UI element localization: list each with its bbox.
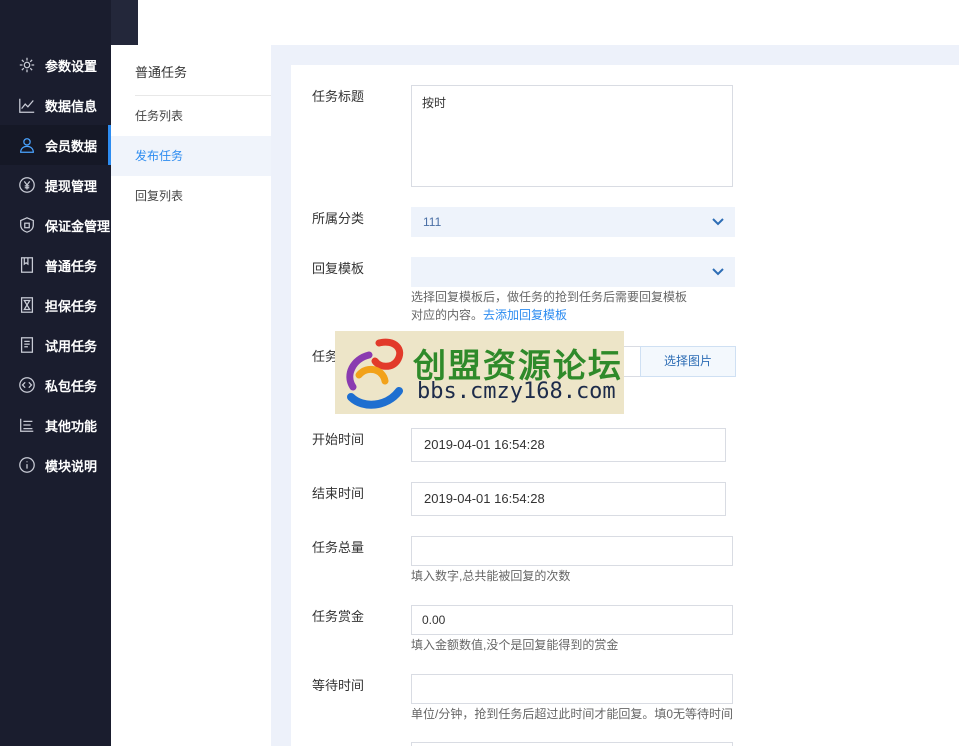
task-reward-hint: 填入金额数值,没个是回复能得到的赏金 [411, 638, 619, 652]
info-icon [17, 455, 37, 475]
gear-icon [17, 55, 37, 75]
subnav-title: 普通任务 [135, 65, 188, 80]
sidebar-item-trial-task[interactable]: 试用任务 [0, 325, 111, 365]
reply-template-hint: 选择回复模板后，做任务的抢到任务后需要回复模板 对应的内容。去添加回复模板 [411, 288, 687, 324]
subnav-item-reply-list[interactable]: 回复列表 [111, 176, 271, 216]
sidebar-item-data[interactable]: 数据信息 [0, 85, 111, 125]
watermark-banner: 创盟资源论坛 bbs.cmzy168.com [335, 331, 624, 414]
shield-icon [17, 215, 37, 235]
sidebar-item-module-info[interactable]: 模块说明 [0, 445, 111, 485]
task-total-label: 任务总量 [312, 540, 365, 555]
task-title-value: 按时 [422, 96, 447, 110]
sidebar-item-normal-task[interactable]: 普通任务 [0, 245, 111, 285]
sidebar-item-withdraw[interactable]: 提现管理 [0, 165, 111, 205]
sidebar-item-other[interactable]: 其他功能 [0, 405, 111, 445]
sidebar-item-label: 担保任务 [45, 298, 98, 314]
top-header [138, 0, 959, 45]
category-value: 111 [423, 215, 442, 229]
end-time-value: 2019-04-01 16:54:28 [424, 491, 545, 506]
sidebar-item-label: 参数设置 [45, 58, 98, 74]
sidebar-item-guarantee-task[interactable]: 担保任务 [0, 285, 111, 325]
add-reply-template-link[interactable]: 去添加回复模板 [483, 308, 567, 322]
code-icon [17, 375, 37, 395]
task-reward-input[interactable]: 0.00 [411, 605, 733, 635]
chevron-down-icon [712, 268, 724, 276]
task-reward-label: 任务赏金 [312, 609, 365, 624]
secondary-nav: 普通任务 任务列表 发布任务 回复列表 [111, 45, 271, 746]
user-icon [17, 135, 37, 155]
bookmark-icon [17, 255, 37, 275]
end-time-label: 结束时间 [312, 486, 365, 501]
document-icon [17, 335, 37, 355]
start-time-value: 2019-04-01 16:54:28 [424, 437, 545, 452]
reply-template-hint-line2: 对应的内容。 [411, 308, 484, 322]
sidebar-item-label: 会员数据 [45, 138, 98, 154]
chevron-down-icon [712, 218, 724, 226]
subnav-item-task-list[interactable]: 任务列表 [111, 96, 271, 136]
sidebar-item-label: 其他功能 [45, 418, 98, 434]
wait-time-input[interactable] [411, 674, 733, 704]
subnav-item-publish-task[interactable]: 发布任务 [111, 136, 271, 176]
reply-template-select[interactable] [411, 257, 735, 287]
category-select[interactable]: 111 [411, 207, 735, 237]
watermark-url: bbs.cmzy168.com [417, 379, 616, 404]
task-total-input[interactable] [411, 536, 733, 566]
task-reward-value: 0.00 [422, 613, 446, 627]
wait-time-hint: 单位/分钟，抢到任务后超过此时间才能回复。填0无等待时间 [411, 707, 734, 721]
sidebar-item-label: 保证金管理 [45, 218, 111, 234]
end-time-input[interactable]: 2019-04-01 16:54:28 [411, 482, 726, 516]
sidebar-item-deposit[interactable]: 保证金管理 [0, 205, 111, 245]
sidebar-item-private-task[interactable]: 私包任务 [0, 365, 111, 405]
sidebar-item-params[interactable]: 参数设置 [0, 45, 111, 85]
sidebar-item-label: 私包任务 [45, 378, 98, 394]
sidebar-item-label: 数据信息 [45, 98, 98, 114]
reply-template-hint-line1: 选择回复模板后，做任务的抢到任务后需要回复模板 [411, 290, 688, 304]
forum-logo [346, 338, 404, 409]
sidebar-item-members[interactable]: 会员数据 [0, 125, 111, 165]
task-title-label: 任务标题 [312, 89, 365, 104]
hourglass-icon [17, 295, 37, 315]
start-time-label: 开始时间 [312, 432, 365, 447]
yen-icon [17, 175, 37, 195]
select-image-button[interactable]: 选择图片 [640, 346, 736, 377]
sidebar-item-label: 模块说明 [45, 458, 98, 474]
list-icon [17, 415, 37, 435]
category-label: 所属分类 [312, 211, 365, 226]
sidebar-item-label: 试用任务 [45, 338, 98, 354]
sidebar-item-label: 普通任务 [45, 258, 98, 274]
start-time-input[interactable]: 2019-04-01 16:54:28 [411, 428, 726, 462]
next-field-input[interactable] [411, 742, 733, 746]
reply-template-label: 回复模板 [312, 261, 365, 276]
wait-time-label: 等待时间 [312, 678, 365, 693]
task-title-textarea[interactable]: 按时 [411, 85, 733, 187]
task-total-hint: 填入数字,总共能被回复的次数 [411, 569, 571, 583]
chart-line-icon [17, 95, 37, 115]
sidebar-item-label: 提现管理 [45, 178, 98, 194]
